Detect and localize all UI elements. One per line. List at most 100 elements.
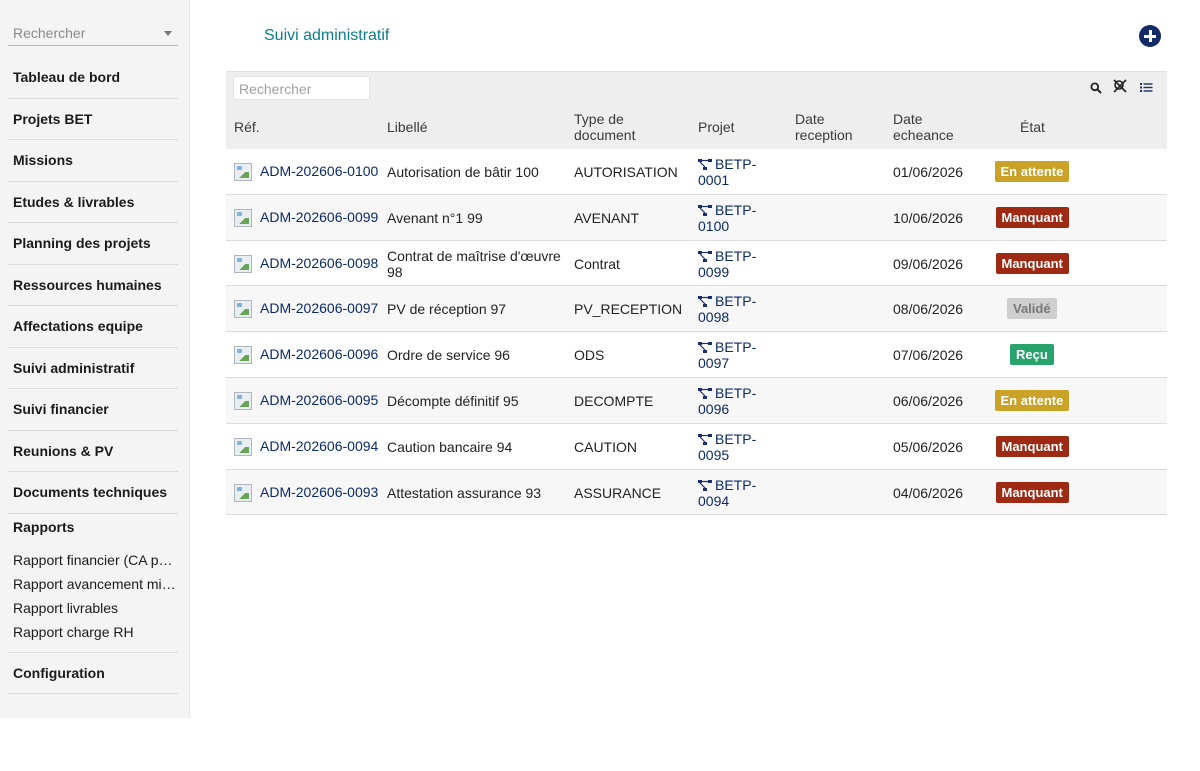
row-project-line2: 0097 — [698, 355, 730, 372]
sidebar-item-planning[interactable]: Planning des projets — [8, 223, 178, 265]
row-ref-link[interactable]: ADM-202606-0098 — [260, 255, 378, 271]
row-ref-link[interactable]: ADM-202606-0099 — [260, 209, 378, 225]
row-project-link[interactable]: BETP- 0099 — [698, 248, 756, 280]
row-type: ASSURANCE — [574, 484, 662, 501]
row-libelle-line1: Caution bancaire 94 — [387, 438, 513, 455]
sidebar-subitem-rapport-livrables[interactable]: Rapport livrables — [8, 596, 178, 620]
project-tree-icon — [698, 342, 712, 354]
list-icon[interactable] — [1140, 82, 1153, 93]
filter-off-icon[interactable] — [1112, 78, 1128, 94]
table-search-input[interactable]: Rechercher — [233, 76, 370, 100]
table-search-placeholder: Rechercher — [239, 81, 312, 97]
sidebar-item-ressources-humaines[interactable]: Ressources humaines — [8, 265, 178, 306]
project-tree-icon — [698, 204, 712, 216]
column-header-type[interactable]: Type de document — [574, 111, 635, 143]
project-tree-icon — [698, 479, 712, 491]
row-project-link[interactable]: BETP- 0098 — [698, 293, 756, 325]
sidebar-item-tableau-de-bord[interactable]: Tableau de bord — [8, 57, 178, 99]
row-type: PV_RECEPTION — [574, 301, 683, 318]
sidebar-group-rapports: Rapports Rapport financier (CA par… Rapp… — [8, 507, 178, 653]
sidebar-item-missions[interactable]: Missions — [8, 140, 178, 182]
page-title: Suivi administratif — [264, 27, 390, 44]
status-badge: Reçu — [1010, 344, 1054, 366]
table-row[interactable]: ADM-202606-0100 Autorisation de bâtir 10… — [226, 149, 1167, 195]
sidebar-item-etudes-livrables[interactable]: Etudes & livrables — [8, 182, 178, 223]
sidebar-search-select[interactable]: Rechercher — [8, 20, 178, 46]
search-icon[interactable] — [1090, 82, 1102, 94]
row-libelle-line1: Autorisation de bâtir 100 — [387, 164, 539, 180]
row-type: AUTORISATION — [574, 164, 678, 180]
row-project-line1: BETP- — [715, 156, 757, 172]
row-libelle-line2: 98 — [387, 263, 403, 280]
row-date-echeance: 04/06/2026 — [893, 484, 964, 501]
sidebar-subitem-rapport-charge-rh[interactable]: Rapport charge RH — [8, 620, 178, 644]
row-project-line2: 0100 — [698, 217, 730, 234]
document-thumbnail-icon — [234, 254, 252, 273]
row-project-link[interactable]: BETP- 0097 — [698, 339, 756, 371]
sidebar-item-suivi-administratif[interactable]: Suivi administratif — [8, 348, 178, 389]
column-header-libelle[interactable]: Libellé — [387, 119, 427, 135]
column-header-echeance-line1: Date — [893, 111, 923, 127]
column-header-date-reception[interactable]: Date reception — [795, 111, 853, 143]
row-libelle: Caution bancaire 94 — [387, 439, 512, 455]
column-header-projet[interactable]: Projet — [698, 119, 735, 135]
row-date-echeance: 01/06/2026 — [893, 164, 964, 180]
row-project-link[interactable]: BETP- 0094 — [698, 477, 756, 509]
status-badge: Manquant — [995, 435, 1069, 457]
row-libelle: Décompte définitif 95 — [387, 393, 519, 409]
row-project-line2: 0001 — [698, 172, 730, 188]
row-project-link[interactable]: BETP- 0095 — [698, 431, 756, 463]
row-project-line2: 0098 — [698, 309, 730, 326]
row-project-line1: BETP- — [715, 430, 757, 447]
row-libelle-line1: Contrat de maîtrise d'œuvre — [387, 247, 561, 264]
table-row[interactable]: ADM-202606-0097 PV de réception 97 PV_RE… — [226, 286, 1167, 333]
row-ref-link[interactable]: ADM-202606-0094 — [260, 438, 378, 454]
column-header-reception-line2: reception — [795, 127, 853, 143]
sidebar-item-reunions-pv[interactable]: Reunions & PV — [8, 431, 178, 472]
row-project-line1: BETP- — [715, 201, 757, 218]
document-thumbnail-icon — [234, 391, 252, 410]
column-header-date-echeance[interactable]: Date echeance — [893, 111, 954, 143]
sidebar-item-configuration[interactable]: Configuration — [8, 653, 178, 694]
row-project-line2: 0099 — [698, 263, 730, 280]
row-ref-link[interactable]: ADM-202606-0096 — [260, 346, 378, 362]
column-header-echeance-line2: echeance — [893, 127, 954, 143]
row-project-link[interactable]: BETP- 0100 — [698, 202, 756, 234]
row-libelle-line1: Avenant n°1 99 — [387, 209, 483, 226]
row-ref-link[interactable]: ADM-202606-0100 — [260, 163, 378, 179]
table-row[interactable]: ADM-202606-0093 Attestation assurance 93… — [226, 469, 1167, 516]
sidebar-item-affectations[interactable]: Affectations equipe — [8, 306, 178, 348]
chevron-down-icon[interactable] — [164, 31, 172, 36]
table-row[interactable]: ADM-202606-0098 Contrat de maîtrise d'œu… — [226, 240, 1167, 287]
table-row[interactable]: ADM-202606-0099 Avenant n°1 99 AVENANT B… — [226, 194, 1167, 241]
row-type: DECOMPTE — [574, 392, 654, 409]
status-badge: Manquant — [995, 252, 1069, 274]
table-row[interactable]: ADM-202606-0095 Décompte définitif 95 DE… — [226, 377, 1167, 424]
row-date-echeance: 06/06/2026 — [893, 392, 964, 409]
row-ref-link[interactable]: ADM-202606-0097 — [260, 300, 378, 316]
row-libelle: Ordre de service 96 — [387, 347, 510, 363]
sidebar-item-projets-bet[interactable]: Projets BET — [8, 99, 178, 140]
document-thumbnail-icon — [234, 346, 252, 365]
project-tree-icon — [698, 387, 712, 399]
row-project-link[interactable]: BETP- 0096 — [698, 385, 756, 417]
status-badge: En attente — [994, 389, 1070, 411]
plus-circle-icon[interactable] — [1139, 25, 1161, 47]
sidebar-item-suivi-financier[interactable]: Suivi financier — [8, 389, 178, 431]
row-ref-link[interactable]: ADM-202606-0093 — [260, 484, 378, 500]
row-date-echeance: 07/06/2026 — [893, 347, 964, 364]
row-project-line2: 0096 — [698, 400, 730, 417]
table-row[interactable]: ADM-202606-0094 Caution bancaire 94 CAUT… — [226, 423, 1167, 470]
sidebar-subitem-rapport-avancement[interactable]: Rapport avancement mis… — [8, 572, 178, 596]
row-ref-link[interactable]: ADM-202606-0095 — [260, 392, 378, 408]
column-header-etat[interactable]: État — [1020, 119, 1045, 135]
row-libelle: Attestation assurance 93 — [387, 485, 541, 501]
sidebar-subitem-rapport-financier[interactable]: Rapport financier (CA par… — [8, 548, 178, 572]
row-project-link[interactable]: BETP- 0001 — [698, 156, 756, 188]
row-libelle: Autorisation de bâtir 100 — [387, 164, 539, 180]
column-header-ref[interactable]: Réf. — [234, 119, 260, 135]
table-row[interactable]: ADM-202606-0096 Ordre de service 96 ODS … — [226, 332, 1167, 378]
row-type: AVENANT — [574, 209, 640, 226]
document-thumbnail-icon — [234, 208, 252, 227]
row-project-line1: BETP- — [715, 293, 757, 310]
